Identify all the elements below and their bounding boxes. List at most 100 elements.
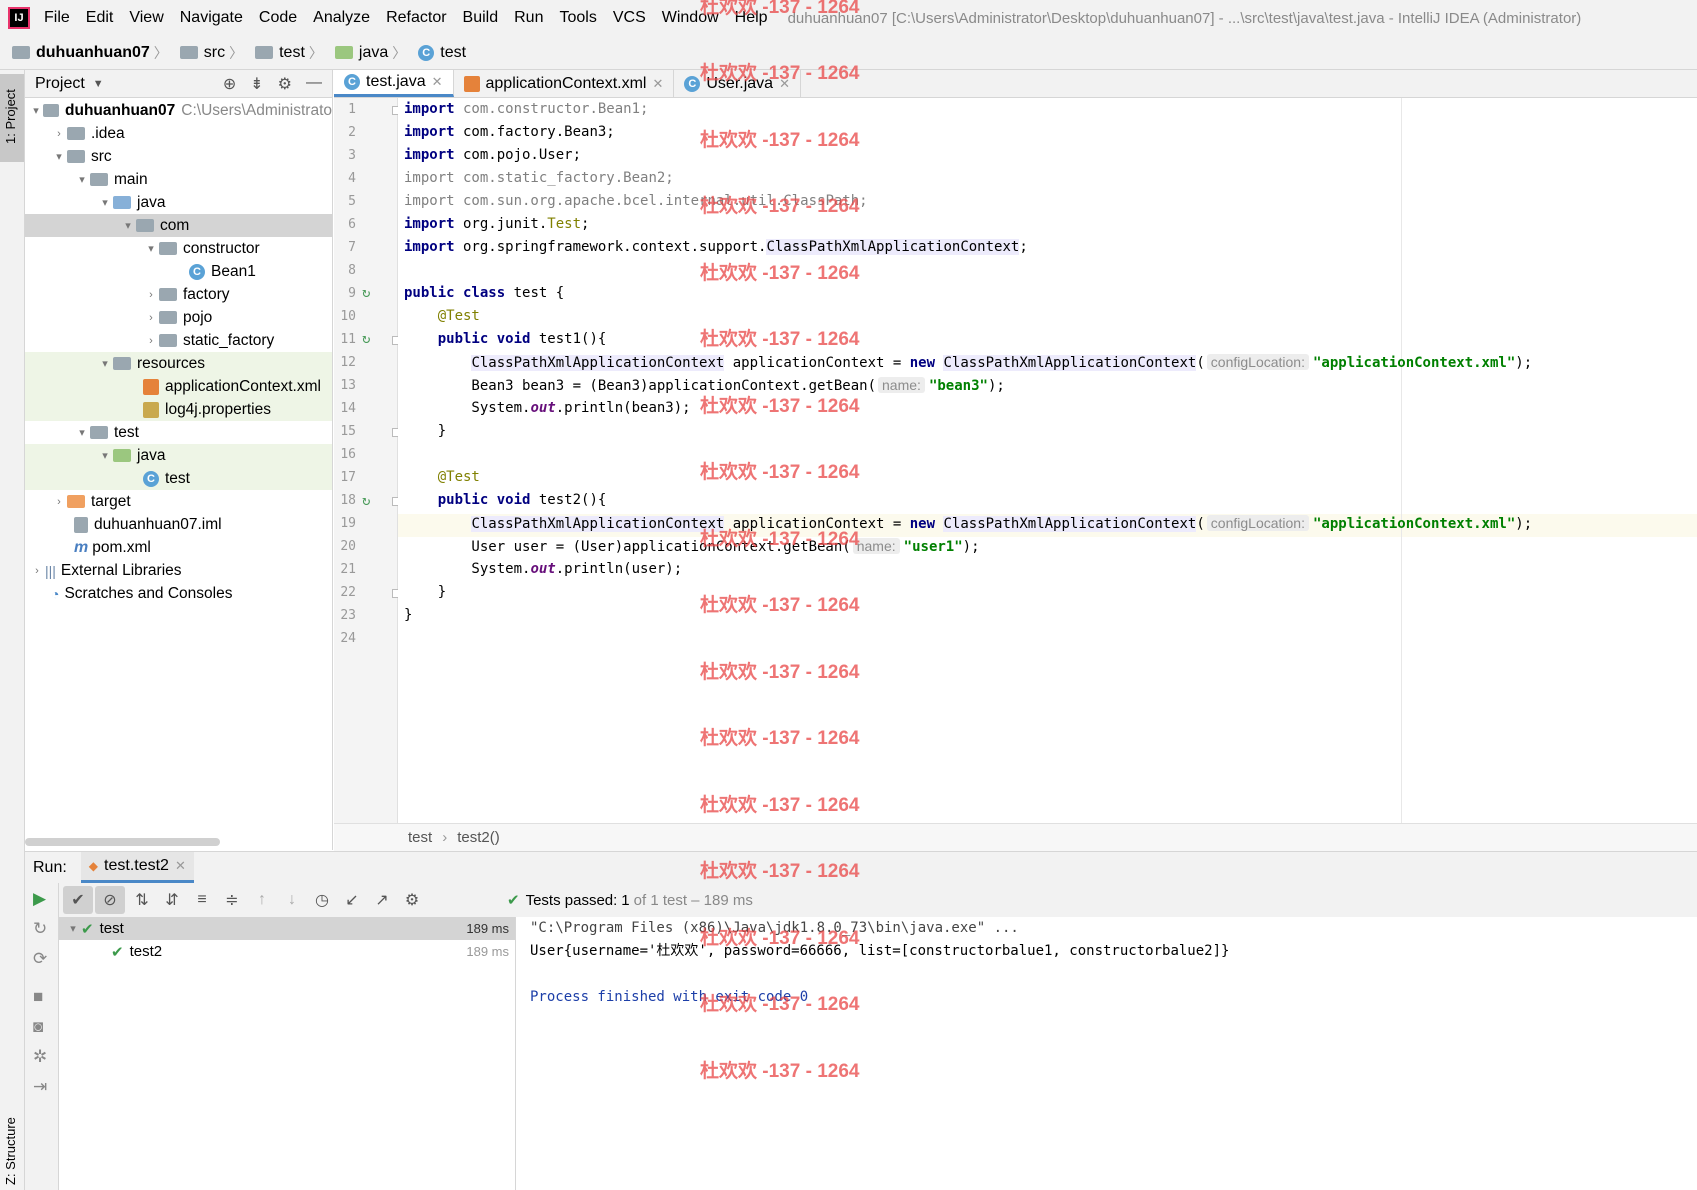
chevron-down-icon[interactable]: ▾: [29, 104, 43, 117]
chevron-down-icon[interactable]: ▾: [74, 173, 90, 186]
chevron-down-icon[interactable]: ▾: [65, 922, 81, 935]
menu-view[interactable]: View: [121, 9, 171, 27]
tree-item-constructor[interactable]: ▾ constructor: [25, 237, 332, 260]
menu-refactor[interactable]: Refactor: [378, 9, 454, 27]
crumb-test[interactable]: test 〉: [255, 43, 329, 63]
tree-item-application-context-xml[interactable]: applicationContext.xml: [25, 375, 332, 398]
project-tool-button[interactable]: 1: Project: [0, 74, 24, 162]
tree-item-scratches[interactable]: ◔ Scratches and Consoles: [25, 582, 332, 605]
chevron-down-icon[interactable]: ▾: [120, 219, 136, 232]
tree-item-log4j-properties[interactable]: log4j.properties: [25, 398, 332, 421]
tree-item-pom-xml[interactable]: m pom.xml: [25, 536, 332, 559]
show-ignored-icon[interactable]: ⊘: [95, 886, 125, 914]
chevron-down-icon[interactable]: ▾: [97, 357, 113, 370]
chevron-down-icon[interactable]: ▾: [74, 426, 90, 439]
stop-icon[interactable]: ■: [33, 987, 43, 1007]
code-editor[interactable]: import com.constructor.Bean1; import com…: [398, 98, 1697, 823]
close-icon[interactable]: ✕: [779, 76, 790, 92]
console-output[interactable]: "C:\Program Files (x86)\Java\jdk1.8.0_73…: [517, 917, 1697, 1190]
close-icon[interactable]: ✕: [432, 74, 443, 90]
chevron-down-icon[interactable]: ▾: [97, 449, 113, 462]
tree-item-factory[interactable]: › factory: [25, 283, 332, 306]
show-passed-icon[interactable]: ✔: [63, 886, 93, 914]
crumb-src[interactable]: src 〉: [179, 43, 249, 63]
run-tab[interactable]: ◆ test.test2 ✕: [80, 852, 194, 883]
chevron-right-icon[interactable]: ›: [143, 312, 159, 324]
chevron-right-icon[interactable]: ›: [29, 565, 45, 577]
toggle-auto-test-icon[interactable]: ⟳: [33, 949, 47, 969]
collapse-all-icon[interactable]: ⇟: [250, 74, 263, 94]
menu-file[interactable]: File: [36, 9, 78, 27]
horizontal-scrollbar[interactable]: [25, 838, 220, 846]
tree-item-test-class[interactable]: C test: [25, 467, 332, 490]
tree-item-static-factory[interactable]: › static_factory: [25, 329, 332, 352]
previous-failed-icon[interactable]: ↑: [247, 886, 277, 914]
export-tests-icon[interactable]: ↗: [367, 886, 397, 914]
chevron-down-icon[interactable]: ▾: [143, 242, 159, 255]
close-icon[interactable]: ✕: [652, 76, 663, 92]
crumb-class-test[interactable]: C test: [418, 44, 466, 62]
tree-item-src[interactable]: ▾ src: [25, 145, 332, 168]
tree-item-bean1[interactable]: C Bean1: [25, 260, 332, 283]
sort-alphabetically-icon[interactable]: ⇅: [127, 886, 157, 914]
menu-edit[interactable]: Edit: [78, 9, 122, 27]
collapse-all-icon[interactable]: ≑: [217, 886, 247, 914]
menu-code[interactable]: Code: [251, 9, 305, 27]
minimize-icon[interactable]: —: [306, 74, 322, 94]
next-failed-icon[interactable]: ↓: [277, 886, 307, 914]
rerun-icon[interactable]: ▶: [33, 889, 46, 909]
run-test-method-icon[interactable]: ↻: [362, 331, 370, 347]
tab-application-context-xml[interactable]: applicationContext.xml ✕: [454, 70, 675, 97]
expand-all-icon[interactable]: ≡: [187, 886, 217, 914]
chevron-down-icon[interactable]: ▾: [51, 150, 67, 163]
camera-icon[interactable]: ◙: [33, 1017, 43, 1037]
breadcrumb-class[interactable]: test: [408, 829, 432, 846]
menu-run[interactable]: Run: [506, 9, 551, 27]
menu-help[interactable]: Help: [727, 9, 776, 27]
run-test-class-icon[interactable]: ↻: [362, 285, 370, 301]
exit-icon[interactable]: ⇥: [33, 1077, 47, 1097]
chevron-down-icon[interactable]: ▼: [93, 78, 104, 90]
test-node-method[interactable]: ✔ test2 189 ms: [59, 940, 515, 963]
tree-item-com[interactable]: ▾ com: [25, 214, 332, 237]
tree-item-iml[interactable]: duhuanhuan07.iml: [25, 513, 332, 536]
structure-tool-button[interactable]: Z: Structure: [3, 1117, 18, 1185]
test-node-class[interactable]: ▾ ✔ test 189 ms: [59, 917, 515, 940]
crumb-project[interactable]: duhuanhuan07 〉: [12, 43, 174, 63]
chevron-right-icon[interactable]: ›: [51, 128, 67, 140]
menu-build[interactable]: Build: [455, 9, 507, 27]
tree-item-target[interactable]: › target: [25, 490, 332, 513]
locate-icon[interactable]: ⊕: [223, 74, 236, 94]
menu-tools[interactable]: Tools: [551, 9, 604, 27]
chevron-down-icon[interactable]: ▾: [97, 196, 113, 209]
tree-item-idea[interactable]: › .idea: [25, 122, 332, 145]
crumb-java[interactable]: java 〉: [334, 43, 412, 63]
rerun-failed-icon[interactable]: ↻: [33, 919, 47, 939]
tree-item-external-libraries[interactable]: › ||| External Libraries: [25, 559, 332, 582]
test-history-icon[interactable]: ◷: [307, 886, 337, 914]
menu-window[interactable]: Window: [654, 9, 727, 27]
close-icon[interactable]: ✕: [175, 858, 186, 874]
gear-icon[interactable]: ⚙: [397, 886, 427, 914]
tab-test-java[interactable]: C test.java ✕: [334, 70, 454, 97]
breadcrumb-method[interactable]: test2(): [457, 829, 500, 846]
tree-item-main[interactable]: ▾ main: [25, 168, 332, 191]
tree-item-resources[interactable]: ▾ resources: [25, 352, 332, 375]
tab-user-java[interactable]: C User.java ✕: [674, 70, 801, 97]
tree-item-pojo[interactable]: › pojo: [25, 306, 332, 329]
sort-by-duration-icon[interactable]: ⇵: [157, 886, 187, 914]
project-view-selector[interactable]: Project: [35, 75, 85, 93]
menu-vcs[interactable]: VCS: [605, 9, 654, 27]
settings-icon[interactable]: ✲: [33, 1047, 47, 1067]
tree-item-test-java[interactable]: ▾ java: [25, 444, 332, 467]
chevron-right-icon[interactable]: ›: [51, 496, 67, 508]
menu-navigate[interactable]: Navigate: [172, 9, 251, 27]
run-test-method-icon[interactable]: ↻: [362, 493, 370, 509]
gear-icon[interactable]: ⚙: [278, 74, 292, 94]
chevron-right-icon[interactable]: ›: [143, 289, 159, 301]
tree-item-project-root[interactable]: ▾ duhuanhuan07 C:\Users\Administrato: [25, 99, 332, 122]
import-tests-icon[interactable]: ↙: [337, 886, 367, 914]
tree-item-test[interactable]: ▾ test: [25, 421, 332, 444]
chevron-right-icon[interactable]: ›: [143, 335, 159, 347]
menu-analyze[interactable]: Analyze: [305, 9, 378, 27]
